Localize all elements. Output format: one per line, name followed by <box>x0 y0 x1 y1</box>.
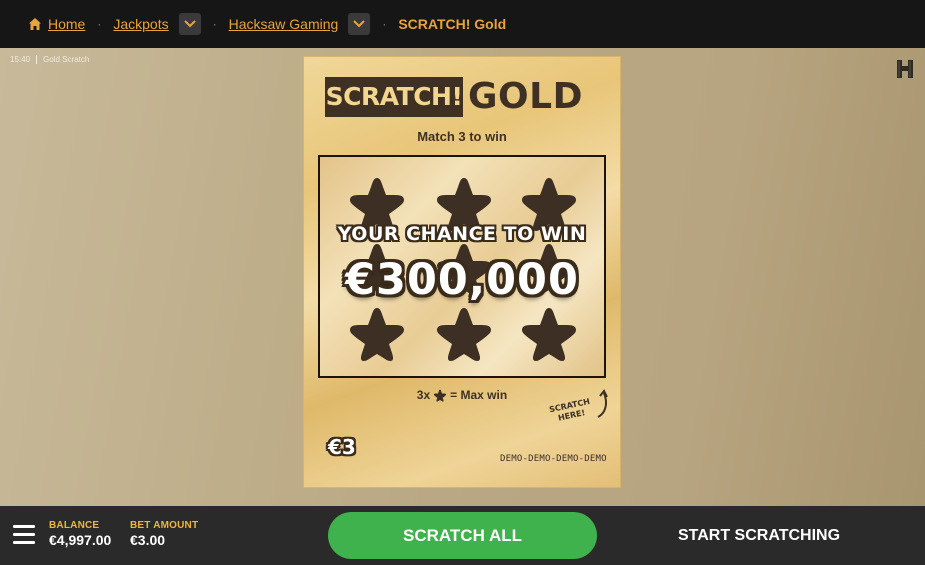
bet-amount-label: BET AMOUNT <box>130 520 199 531</box>
logo-gold: GOLD <box>468 76 583 117</box>
logo-scratch: SCRATCH! <box>325 77 463 117</box>
star-icon <box>350 308 404 361</box>
start-scratching-button[interactable]: START SCRATCHING <box>664 512 854 559</box>
home-icon <box>29 18 41 30</box>
breadcrumb-provider-link[interactable]: Hacksaw Gaming <box>229 16 339 32</box>
chevron-down-icon <box>183 20 196 28</box>
max-win-suffix: = Max win <box>450 388 508 402</box>
breadcrumb-separator: · <box>212 17 217 31</box>
bet-amount-value: €3.00 <box>130 532 166 548</box>
breadcrumb-separator: · <box>97 17 102 31</box>
bet-amount-display[interactable]: BET AMOUNT €3.00 <box>130 520 198 548</box>
breadcrumb-home-link[interactable]: Home <box>48 16 85 32</box>
jackpots-dropdown-button[interactable] <box>178 13 201 35</box>
chance-to-win-text: YOUR CHANCE TO WIN <box>337 223 587 245</box>
match-instruction: Match 3 to win <box>417 129 507 144</box>
bottom-bar: BALANCE €4,997.00 BET AMOUNT €3.00 SCRAT… <box>0 506 925 565</box>
breadcrumb-current: SCRATCH! Gold <box>398 16 507 32</box>
balance-display: BALANCE €4,997.00 <box>49 520 111 548</box>
scratch-all-button[interactable]: SCRATCH ALL <box>328 512 597 559</box>
balance-value: €4,997.00 <box>49 532 112 548</box>
hacksaw-logo-icon <box>897 60 913 78</box>
breadcrumb-home[interactable]: Home <box>28 16 85 32</box>
balance-label: BALANCE <box>49 520 100 531</box>
breadcrumb-jackpots[interactable]: Jackpots <box>113 13 201 35</box>
jackpot-amount: €300,000 <box>345 255 579 305</box>
provider-dropdown-button[interactable] <box>348 13 371 35</box>
menu-icon[interactable] <box>13 525 35 545</box>
star-icon <box>437 308 491 361</box>
ticket-price: €3 <box>328 435 356 459</box>
hud-time: 15:40 <box>10 55 31 64</box>
star-icon <box>434 389 447 402</box>
demo-label: DEMO-DEMO-DEMO-DEMO <box>500 454 607 464</box>
breadcrumb-separator: · <box>382 17 387 31</box>
hud-game-name: Gold Scratch <box>43 55 90 64</box>
breadcrumb-provider[interactable]: Hacksaw Gaming <box>229 13 371 35</box>
hud-info: 15:40 Gold Scratch <box>10 55 89 64</box>
hud-divider <box>36 55 38 64</box>
scratch-ticket[interactable]: SCRATCH! GOLD Match 3 to win YOUR CHANCE… <box>304 57 620 487</box>
star-icon <box>522 308 576 361</box>
scratch-area[interactable]: YOUR CHANCE TO WIN €300,000 <box>318 155 606 378</box>
chevron-down-icon <box>353 20 366 28</box>
arrow-icon <box>597 389 608 418</box>
game-stage: 15:40 Gold Scratch SCRATCH! GOLD Match 3… <box>0 48 925 506</box>
max-win-prefix: 3x <box>416 388 431 402</box>
breadcrumb-jackpots-link[interactable]: Jackpots <box>113 16 168 32</box>
breadcrumb-bar: Home · Jackpots · Hacksaw Gaming · SCRAT… <box>0 0 925 48</box>
